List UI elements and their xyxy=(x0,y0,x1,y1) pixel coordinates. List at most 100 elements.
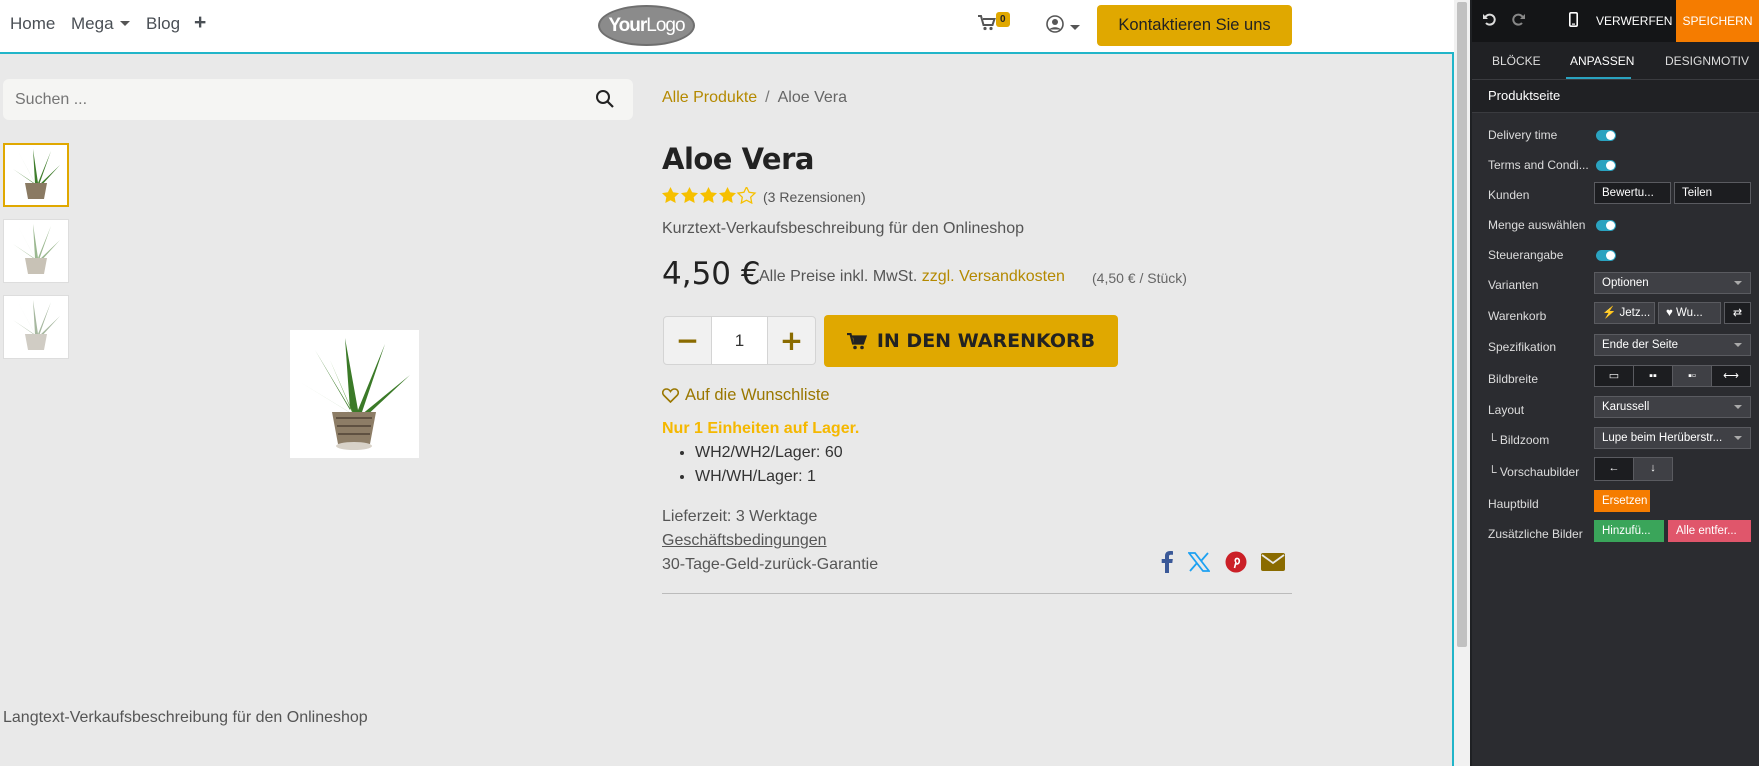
user-menu[interactable] xyxy=(1046,15,1080,38)
pinterest-icon[interactable] xyxy=(1225,551,1247,578)
row-label: └ Vorschaubilder xyxy=(1488,465,1580,479)
vat-note: Alle Preise inkl. MwSt. zzgl. Versandkos… xyxy=(759,268,1065,286)
stock-item: WH/WH/Lager: 1 xyxy=(695,468,843,492)
quantity-input[interactable] xyxy=(712,317,767,364)
thumbnail-3[interactable] xyxy=(3,295,69,359)
logo-light: Logo xyxy=(646,15,685,36)
row-label: └ Bildzoom xyxy=(1488,433,1550,447)
image-width-half-option[interactable]: ▪▪ xyxy=(1633,365,1673,387)
mobile-preview-icon[interactable] xyxy=(1569,12,1579,32)
guarantee-text: 30-Tage-Geld-zurück-Garantie xyxy=(662,556,879,573)
row-label: Layout xyxy=(1488,403,1525,417)
tab-customize[interactable]: ANPASSEN xyxy=(1570,54,1634,68)
thumbs-bottom-option[interactable]: ↓ xyxy=(1633,457,1673,481)
delivery-time: Lieferzeit: 3 Werktage xyxy=(662,508,818,525)
row-label: Delivery time xyxy=(1488,128,1558,142)
nav-home[interactable]: Home xyxy=(10,14,55,34)
facebook-icon[interactable] xyxy=(1160,551,1174,578)
row-label: Terms and Condi... xyxy=(1488,158,1589,172)
quantity-stepper: − + xyxy=(663,316,816,365)
add-to-cart-button[interactable]: IN DEN WARENKORB xyxy=(824,315,1118,367)
breadcrumb: Alle Produkte / Aloe Vera xyxy=(662,89,847,107)
tax-toggle[interactable] xyxy=(1596,250,1616,261)
heart-icon xyxy=(661,388,680,404)
cart-buy-now-option[interactable]: ⚡ Jetz... xyxy=(1594,302,1655,324)
delivery-time-toggle[interactable] xyxy=(1596,130,1616,141)
image-width-wide-option[interactable]: ▪▫ xyxy=(1672,365,1712,387)
contact-button[interactable]: Kontaktieren Sie uns xyxy=(1097,5,1292,46)
image-width-none-option[interactable]: ▭ xyxy=(1594,365,1634,387)
row-label: Steuerangabe xyxy=(1488,248,1564,262)
remove-all-images-button[interactable]: Alle entfer... xyxy=(1668,520,1751,542)
thumbs-left-option[interactable]: ← xyxy=(1594,457,1634,481)
customers-share-option[interactable]: Teilen xyxy=(1674,182,1751,204)
layout-select[interactable]: Karussell xyxy=(1594,396,1751,418)
save-button[interactable]: SPEICHERN xyxy=(1676,0,1759,42)
logo-bold: Your xyxy=(608,15,647,36)
star-icons xyxy=(662,186,756,204)
option-label: Jetz... xyxy=(1619,307,1651,319)
search-input[interactable] xyxy=(15,79,575,120)
site-logo[interactable]: YourLogo xyxy=(598,5,695,46)
quantity-increase-button[interactable]: + xyxy=(767,317,815,364)
add-images-button[interactable]: Hinzufü... xyxy=(1594,520,1664,542)
cart-compare-option[interactable]: ⇄ xyxy=(1724,302,1751,324)
undo-icon[interactable] xyxy=(1482,12,1496,31)
breadcrumb-current: Aloe Vera xyxy=(777,89,848,106)
wishlist-link[interactable]: Auf die Wunschliste xyxy=(661,386,830,405)
discard-button[interactable]: VERWERFEN xyxy=(1596,0,1672,42)
thumbnail-2[interactable] xyxy=(3,219,69,283)
editor-panel: VERWERFEN SPEICHERN BLÖCKE ANPASSEN DESI… xyxy=(1472,0,1759,766)
section-title: Produktseite xyxy=(1472,80,1759,113)
tab-blocks[interactable]: BLÖCKE xyxy=(1492,54,1541,68)
zoom-select[interactable]: Lupe beim Herüberstr... xyxy=(1594,427,1751,449)
row-label: Bildbreite xyxy=(1488,372,1539,386)
variants-select[interactable]: Optionen xyxy=(1594,272,1751,294)
x-icon[interactable] xyxy=(1187,552,1212,577)
nav-add-icon[interactable]: + xyxy=(194,11,206,35)
search-bar xyxy=(3,79,633,120)
thumbnail-1[interactable] xyxy=(3,143,69,207)
user-icon xyxy=(1046,15,1064,33)
scrollbar-thumb[interactable] xyxy=(1457,2,1467,647)
breadcrumb-parent[interactable]: Alle Produkte xyxy=(662,89,757,106)
select-qty-toggle[interactable] xyxy=(1596,220,1616,231)
rating-stars xyxy=(662,186,758,209)
share-buttons xyxy=(1160,551,1295,578)
stock-item: WH2/WH2/Lager: 60 xyxy=(695,444,843,468)
nav-blog[interactable]: Blog xyxy=(146,14,180,34)
customers-reviews-option[interactable]: Bewertu... xyxy=(1594,182,1671,204)
spec-select[interactable]: Ende der Seite xyxy=(1594,334,1751,356)
vat-prefix: Alle Preise inkl. MwSt. xyxy=(759,268,918,285)
terms-toggle[interactable] xyxy=(1596,160,1616,171)
product-price: 4,50 € xyxy=(662,256,761,292)
redo-icon[interactable] xyxy=(1512,12,1526,31)
main-product-image[interactable] xyxy=(290,330,419,458)
stock-notice: Nur 1 Einheiten auf Lager. xyxy=(662,420,860,437)
row-label: Zusätzliche Bilder xyxy=(1488,527,1583,541)
chevron-down-icon xyxy=(1070,25,1080,30)
site-header: Home Mega Blog + YourLogo 0 Kontaktieren… xyxy=(0,0,1454,54)
email-icon[interactable] xyxy=(1261,553,1286,576)
website-preview: Home Mega Blog + YourLogo 0 Kontaktieren… xyxy=(0,0,1454,766)
quantity-decrease-button[interactable]: − xyxy=(664,317,712,364)
terms-link[interactable]: Geschäftsbedingungen xyxy=(662,532,827,550)
tab-theme[interactable]: DESIGNMOTIV xyxy=(1665,54,1749,68)
divider xyxy=(662,593,1292,594)
active-tab-indicator xyxy=(1566,77,1631,79)
short-description: Kurztext-Verkaufsbeschreibung für den On… xyxy=(662,220,1024,237)
shipping-link[interactable]: zzgl. Versandkosten xyxy=(922,268,1065,285)
review-count[interactable]: (3 Rezensionen) xyxy=(763,189,866,205)
image-width-full-option[interactable]: ⟷ xyxy=(1711,365,1751,387)
search-icon[interactable] xyxy=(595,89,615,109)
row-label: Warenkorb xyxy=(1488,309,1547,323)
row-label: Kunden xyxy=(1488,188,1530,202)
product-title: Aloe Vera xyxy=(662,142,814,176)
row-label: Hauptbild xyxy=(1488,497,1539,511)
replace-image-button[interactable]: Ersetzen xyxy=(1594,490,1650,512)
cart-icon xyxy=(846,332,867,350)
cart-wishlist-option[interactable]: ♥ Wu... xyxy=(1658,302,1721,324)
editor-toolbar: VERWERFEN SPEICHERN xyxy=(1472,0,1759,42)
editor-tabs: BLÖCKE ANPASSEN DESIGNMOTIV xyxy=(1472,42,1759,80)
nav-mega[interactable]: Mega xyxy=(71,14,130,34)
